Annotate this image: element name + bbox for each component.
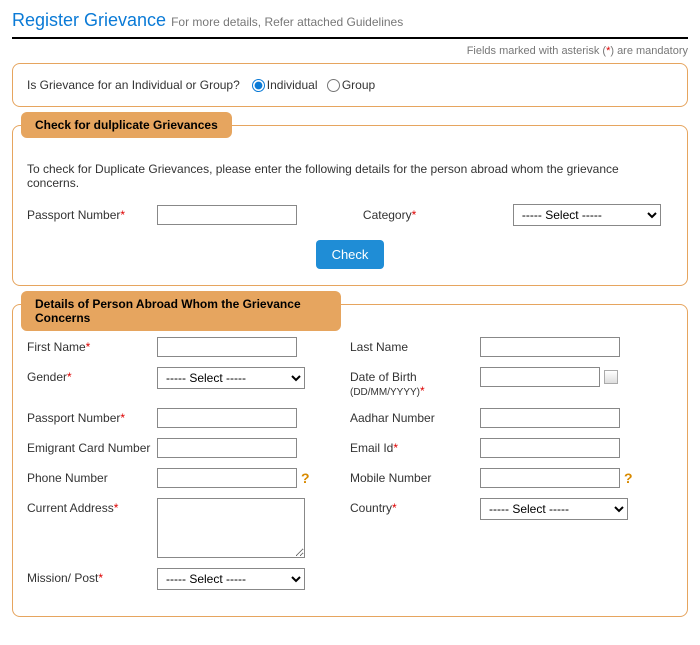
first-name-label: First Name* [27, 337, 157, 354]
aadhar-input[interactable] [480, 408, 620, 428]
dob-input[interactable] [480, 367, 600, 387]
mission-label: Mission/ Post* [27, 568, 157, 585]
panel-person-details: Details of Person Abroad Whom the Grieva… [12, 304, 688, 617]
emigrant-label: Emigrant Card Number [27, 438, 157, 455]
email-label: Email Id* [350, 438, 480, 455]
radio-individual-label: Individual [267, 78, 318, 92]
page-title: Register Grievance For more details, Ref… [12, 10, 688, 31]
grievance-for-label: Is Grievance for an Individual or Group? [27, 78, 240, 92]
mobile-label: Mobile Number [350, 468, 480, 485]
title-rule [12, 37, 688, 39]
passport-input-dup[interactable] [157, 205, 297, 225]
first-name-input[interactable] [157, 337, 297, 357]
radio-individual[interactable] [252, 79, 265, 92]
calendar-icon[interactable] [604, 370, 618, 384]
radio-group-label: Group [342, 78, 375, 92]
legend-person: Details of Person Abroad Whom the Grieva… [21, 291, 341, 331]
help-icon[interactable]: ? [301, 470, 310, 486]
duplicate-helptext: To check for Duplicate Grievances, pleas… [27, 162, 673, 190]
radio-group[interactable] [327, 79, 340, 92]
dob-label: Date of Birth (DD/MM/YYYY)* [350, 367, 480, 398]
mobile-input[interactable] [480, 468, 620, 488]
phone-label: Phone Number [27, 468, 157, 485]
legend-duplicate: Check for dulplicate Grievances [21, 112, 232, 138]
last-name-input[interactable] [480, 337, 620, 357]
address-label: Current Address* [27, 498, 157, 515]
panel-duplicate-check: Check for dulplicate Grievances To check… [12, 125, 688, 286]
passport-label-dup: Passport Number* [27, 208, 157, 222]
passport-label: Passport Number* [27, 408, 157, 425]
gender-label: Gender* [27, 367, 157, 384]
title-text: Register Grievance [12, 10, 166, 30]
help-icon[interactable]: ? [624, 470, 633, 486]
category-select[interactable]: ----- Select ----- [513, 204, 661, 226]
country-select[interactable]: ----- Select ----- [480, 498, 628, 520]
last-name-label: Last Name [350, 337, 480, 354]
title-subtitle: For more details, Refer attached Guideli… [171, 15, 403, 29]
gender-select[interactable]: ----- Select ----- [157, 367, 305, 389]
check-button[interactable]: Check [316, 240, 385, 269]
passport-input[interactable] [157, 408, 297, 428]
panel-individual-group: Is Grievance for an Individual or Group?… [12, 63, 688, 107]
mandatory-note: Fields marked with asterisk (*) are mand… [12, 45, 688, 57]
phone-input[interactable] [157, 468, 297, 488]
category-label: Category* [363, 208, 443, 222]
address-textarea[interactable] [157, 498, 305, 558]
email-input[interactable] [480, 438, 620, 458]
aadhar-label: Aadhar Number [350, 408, 480, 425]
mission-select[interactable]: ----- Select ----- [157, 568, 305, 590]
country-label: Country* [350, 498, 480, 515]
emigrant-input[interactable] [157, 438, 297, 458]
